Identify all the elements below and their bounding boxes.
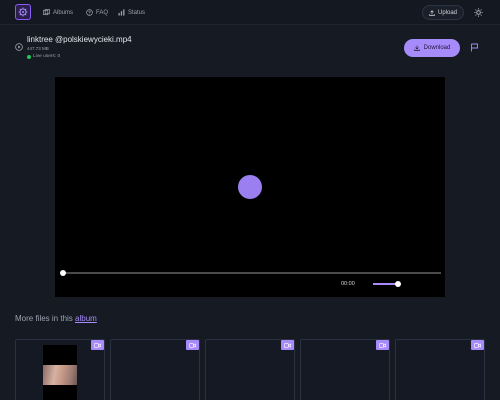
- upload-icon: [429, 9, 435, 16]
- file-thumbnail[interactable]: [15, 339, 105, 400]
- live-dot-icon: [27, 54, 31, 59]
- album-link[interactable]: album: [75, 314, 97, 323]
- gear-logo-icon: [18, 7, 28, 17]
- video-badge: [471, 340, 484, 350]
- file-thumbnail[interactable]: [110, 339, 200, 400]
- live-users-indicator: Live users: 0: [27, 54, 60, 59]
- video-camera-icon: [284, 342, 291, 348]
- report-flag-icon[interactable]: [470, 43, 479, 52]
- thumbnail-preview-image: [43, 345, 77, 400]
- video-camera-icon: [189, 342, 196, 348]
- upload-label: Upload: [437, 9, 457, 16]
- top-nav: Albums FAQ Status Upload: [0, 0, 500, 25]
- albums-icon: [43, 9, 50, 16]
- video-badge: [91, 340, 104, 350]
- volume-slider[interactable]: [373, 283, 397, 285]
- file-thumbnail[interactable]: [300, 339, 390, 400]
- more-files-heading: More files in this album: [15, 314, 97, 323]
- site-logo[interactable]: [15, 4, 31, 20]
- volume-handle[interactable]: [395, 281, 401, 287]
- status-bars-icon: [118, 9, 125, 16]
- file-name: linktree @polskiewycieki.mp4: [27, 35, 132, 44]
- video-badge: [376, 340, 389, 350]
- nav-link-label: FAQ: [96, 9, 109, 16]
- nav-link-label: Status: [128, 9, 146, 16]
- more-files-text: More files in this: [15, 314, 76, 323]
- nav-link-faq[interactable]: FAQ: [86, 8, 108, 17]
- upload-button[interactable]: Upload: [422, 5, 464, 20]
- download-icon: [413, 45, 420, 51]
- file-thumbnail[interactable]: [205, 339, 295, 400]
- nav-link-label: Albums: [53, 9, 74, 16]
- play-button[interactable]: [238, 175, 262, 199]
- current-time: 00:00: [341, 281, 355, 287]
- progress-bar[interactable]: [62, 272, 441, 274]
- download-label: Download: [423, 45, 451, 51]
- live-users-label: Live users: 0: [33, 54, 61, 59]
- theme-toggle-button[interactable]: [472, 6, 484, 18]
- sun-icon: [473, 7, 483, 17]
- progress-handle[interactable]: [60, 270, 66, 276]
- download-button[interactable]: Download: [404, 39, 460, 57]
- nav-link-albums[interactable]: Albums: [43, 8, 73, 17]
- video-badge: [281, 340, 294, 350]
- video-file-icon: [15, 43, 23, 51]
- video-camera-icon: [474, 342, 481, 348]
- video-badge: [186, 340, 199, 350]
- file-size: 447.73 MB: [27, 46, 49, 51]
- help-circle-icon: [86, 9, 93, 16]
- video-player[interactable]: 00:00: [55, 77, 445, 297]
- nav-link-status[interactable]: Status: [118, 8, 145, 17]
- video-camera-icon: [94, 342, 101, 348]
- video-camera-icon: [379, 342, 386, 348]
- preview-frame: [43, 365, 77, 385]
- file-thumbnail[interactable]: [395, 339, 485, 400]
